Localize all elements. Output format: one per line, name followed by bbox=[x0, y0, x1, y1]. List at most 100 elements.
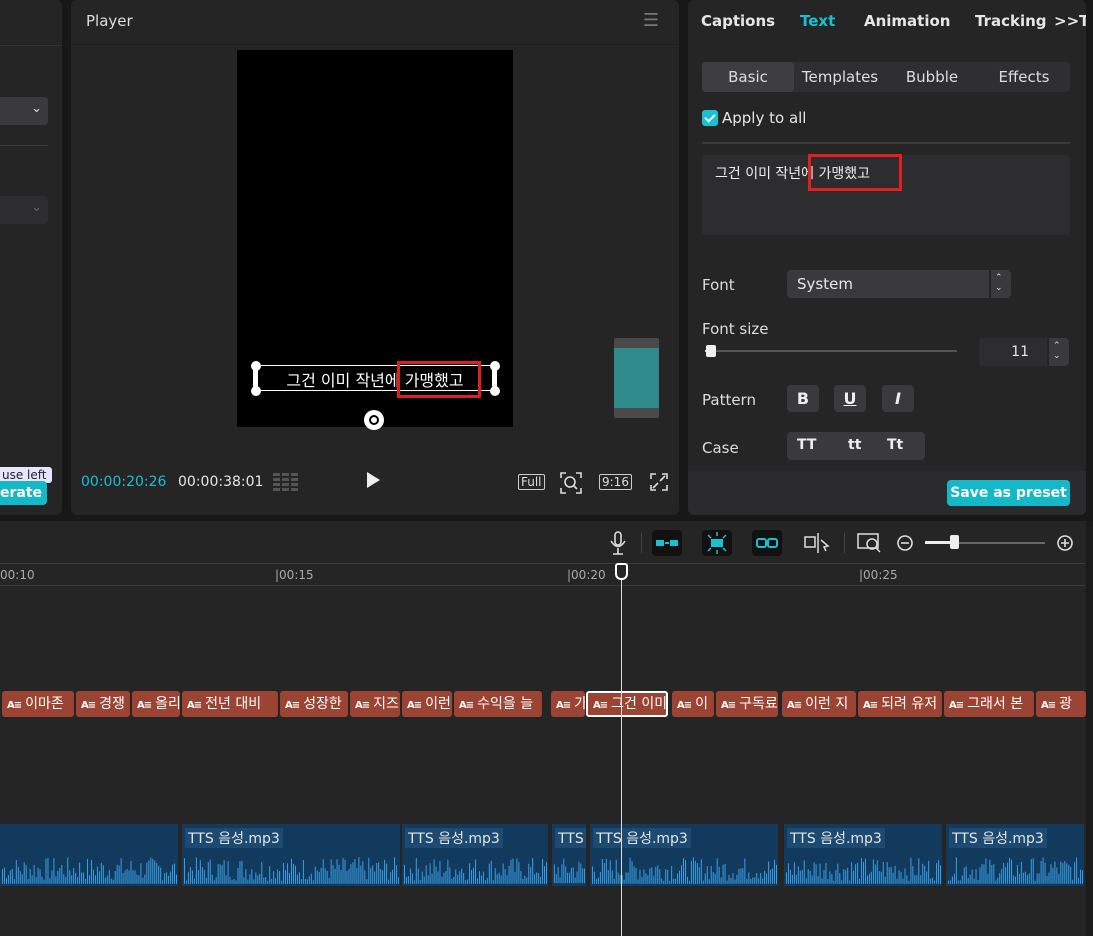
audio-clip[interactable]: TTS 음 bbox=[552, 824, 588, 886]
font-select[interactable]: System bbox=[787, 270, 989, 298]
apply-to-all-checkbox[interactable] bbox=[702, 110, 718, 126]
aspect-ratio-button[interactable]: 9:16 bbox=[599, 474, 632, 490]
font-size-value: 11 bbox=[1011, 344, 1029, 360]
tab-animation[interactable]: Animation bbox=[864, 12, 950, 30]
font-stepper[interactable]: ⌃ ⌄ bbox=[991, 270, 1011, 298]
resize-handle-left[interactable] bbox=[253, 366, 258, 388]
audio-clip[interactable]: TTS 음성.mp3 bbox=[946, 824, 1086, 886]
caption-clip[interactable]: A≡ 되려 유저 bbox=[858, 691, 942, 717]
text-clip-icon: A≡ bbox=[459, 700, 474, 711]
caption-clip[interactable]: A≡ 성장한 bbox=[280, 691, 348, 717]
waveform bbox=[1, 857, 178, 884]
caption-clip[interactable]: A≡ 구독료 bbox=[716, 691, 778, 717]
microphone-icon[interactable] bbox=[603, 530, 633, 556]
generate-button[interactable]: erate bbox=[0, 481, 47, 505]
font-size-slider-track[interactable] bbox=[705, 350, 957, 352]
chevron-down-icon: ⌄ bbox=[995, 283, 1003, 293]
underline-button[interactable]: U bbox=[834, 385, 866, 412]
audio-clip[interactable] bbox=[0, 824, 180, 886]
preview-thumbnail[interactable] bbox=[614, 338, 659, 418]
save-as-preset-button[interactable]: Save as preset bbox=[947, 480, 1070, 506]
auto-snap-icon[interactable] bbox=[702, 530, 732, 556]
full-quality-button[interactable]: Full bbox=[518, 474, 545, 490]
case-title-button[interactable]: Tt bbox=[887, 437, 903, 453]
caption-clip[interactable]: A≡ 이런 bbox=[402, 691, 452, 717]
text-highlight-box bbox=[808, 154, 902, 191]
text-clip-icon: A≡ bbox=[721, 700, 736, 711]
caption-clip-label: 이마존 bbox=[25, 696, 64, 712]
caption-clip[interactable]: A≡ 이 bbox=[672, 691, 714, 717]
caption-clip-label: 성장한 bbox=[303, 696, 342, 712]
subtab-basic[interactable]: Basic bbox=[702, 62, 794, 92]
zoom-out-icon[interactable] bbox=[891, 530, 921, 556]
caption-clip-label: 올리 bbox=[155, 696, 180, 712]
tab-text[interactable]: Text bbox=[800, 12, 835, 30]
audio-clip[interactable]: TTS 음성.mp3 bbox=[402, 824, 550, 886]
pattern-label: Pattern bbox=[702, 391, 756, 409]
menu-icon[interactable]: ☰ bbox=[643, 10, 659, 31]
playhead-line[interactable] bbox=[621, 573, 622, 936]
tab-captions[interactable]: Captions bbox=[701, 12, 775, 30]
zoom-slider-thumb[interactable] bbox=[950, 535, 959, 549]
main-track-magnet-icon[interactable] bbox=[652, 530, 682, 556]
caption-clip-label: 지즈 bbox=[373, 696, 399, 712]
timeline-scrollbar[interactable] bbox=[1086, 521, 1093, 936]
zoom-fit-icon[interactable] bbox=[560, 472, 582, 494]
tab-tracking[interactable]: Tracking bbox=[975, 12, 1047, 30]
subtab-effects[interactable]: Effects bbox=[978, 62, 1070, 92]
sub-tabs: Basic Templates Bubble Effects bbox=[702, 62, 1070, 92]
ruler-label: |00:25 bbox=[859, 568, 898, 582]
linkage-icon[interactable] bbox=[752, 530, 782, 556]
bold-button[interactable]: B bbox=[787, 385, 819, 412]
toolbar-divider bbox=[641, 533, 642, 553]
zoom-to-fit-icon[interactable] bbox=[855, 530, 885, 556]
audio-clip[interactable]: TTS 음성.mp3 bbox=[590, 824, 780, 886]
audio-clip[interactable]: TTS 음성.mp3 bbox=[182, 824, 402, 886]
zoom-in-icon[interactable] bbox=[1051, 530, 1081, 556]
audio-clip[interactable]: TTS 음성.mp3 bbox=[784, 824, 944, 886]
font-size-slider-thumb[interactable] bbox=[706, 345, 716, 357]
subtab-bubble[interactable]: Bubble bbox=[886, 62, 978, 92]
caption-clip[interactable]: A≡ 그래서 본 bbox=[944, 691, 1034, 717]
caption-clip[interactable]: A≡ 이런 지 bbox=[782, 691, 856, 717]
font-size-input[interactable]: 11 bbox=[979, 338, 1047, 366]
caption-clip[interactable]: A≡ 이마존 bbox=[2, 691, 74, 717]
timeline-ruler[interactable]: 00:10 |00:15 |00:20 |00:25 bbox=[0, 563, 1086, 585]
rotate-icon[interactable] bbox=[364, 410, 384, 430]
font-size-stepper[interactable]: ⌃ ⌄ bbox=[1049, 338, 1069, 366]
caption-clip[interactable]: A≡ 전년 대비 bbox=[182, 691, 278, 717]
inspector-tabs: Captions Text Animation Tracking >>Te bbox=[688, 0, 1086, 44]
caption-clip[interactable]: A≡ 수익을 늘 bbox=[454, 691, 542, 717]
audio-clip-label: TTS 음성.mp3 bbox=[405, 828, 503, 848]
caption-clip[interactable]: A≡ 그건 이미 bbox=[586, 691, 668, 717]
chevron-up-icon: ⌃ bbox=[1053, 341, 1061, 351]
text-clip-icon: A≡ bbox=[285, 700, 300, 711]
caption-clip[interactable]: A≡ 가 bbox=[551, 691, 585, 717]
case-upper-button[interactable]: TT bbox=[797, 437, 816, 453]
text-clip-icon: A≡ bbox=[407, 700, 422, 711]
text-clip-icon: A≡ bbox=[355, 700, 370, 711]
playhead-handle[interactable] bbox=[615, 563, 628, 580]
resize-handle-right[interactable] bbox=[492, 366, 497, 388]
case-lower-button[interactable]: tt bbox=[848, 437, 861, 453]
caption-clip-label: 이 bbox=[695, 696, 709, 712]
left-dropdown[interactable]: ⌄ bbox=[0, 97, 48, 125]
play-icon[interactable] bbox=[367, 472, 380, 488]
caption-clip[interactable]: A≡ 광 bbox=[1036, 691, 1086, 717]
text-clip-icon: A≡ bbox=[949, 700, 964, 711]
subtab-templates[interactable]: Templates bbox=[794, 62, 886, 92]
left-dropdown-disabled: ⌄ bbox=[0, 196, 48, 224]
highlight-box bbox=[397, 361, 481, 398]
chevron-down-icon: ⌄ bbox=[31, 101, 42, 116]
tab-more[interactable]: >>Te bbox=[1054, 12, 1086, 30]
caption-clip[interactable]: A≡ 지즈 bbox=[350, 691, 400, 717]
player-panel: Player ☰ 그건 이미 작년에 가맹했고 00:00:20:26 00:0… bbox=[71, 0, 679, 515]
text-clip-icon: A≡ bbox=[137, 700, 152, 711]
fullscreen-icon[interactable] bbox=[650, 473, 668, 491]
caption-clip[interactable]: A≡ 올리 bbox=[132, 691, 180, 717]
grid-icon[interactable] bbox=[273, 473, 299, 491]
caption-clip-label: 전년 대비 bbox=[205, 696, 262, 712]
preview-axis-icon[interactable] bbox=[802, 530, 832, 556]
caption-clip[interactable]: A≡ 경쟁 bbox=[76, 691, 130, 717]
italic-button[interactable]: I bbox=[882, 385, 914, 412]
